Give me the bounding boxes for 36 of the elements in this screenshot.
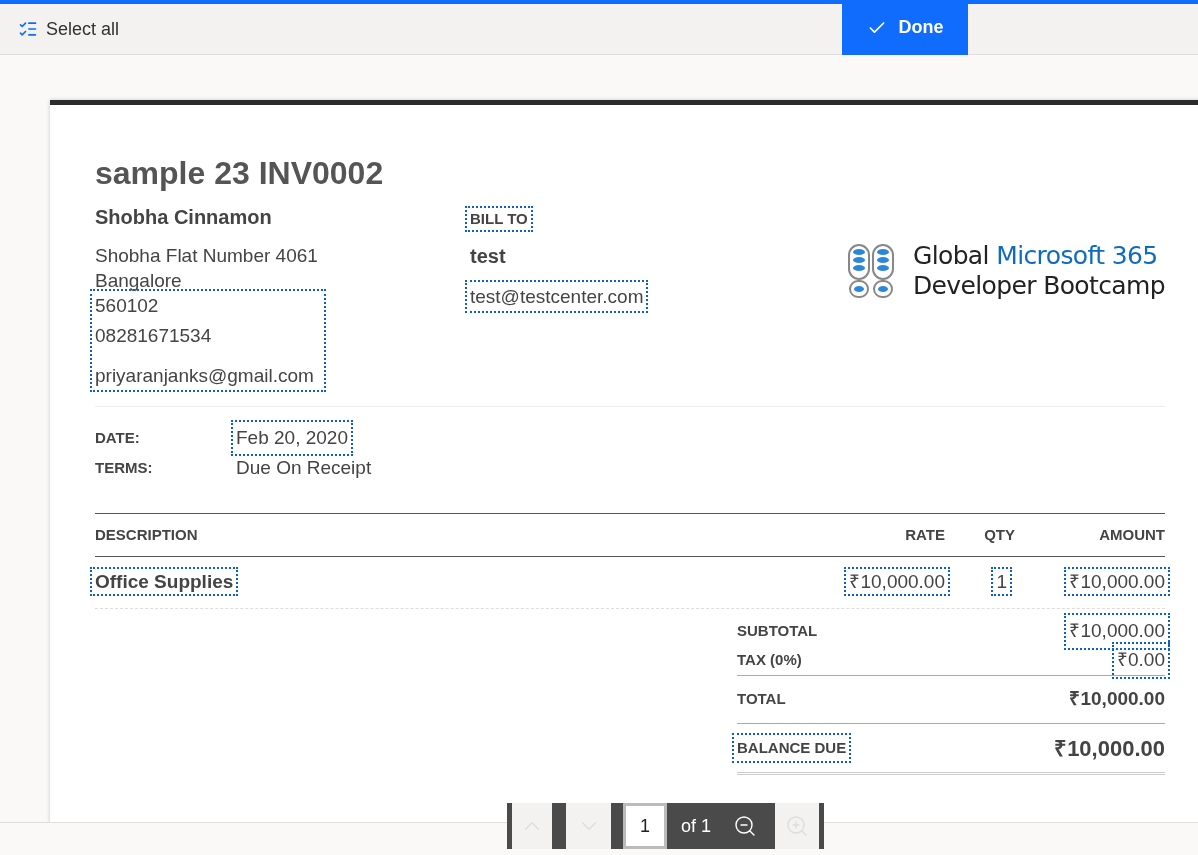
column-header: AMOUNT: [1098, 524, 1165, 545]
address-line: 08281671534: [95, 324, 212, 348]
total-label: TAX (0%): [737, 650, 802, 671]
total-value: ₹10,000.00: [1054, 734, 1165, 763]
page-number-field[interactable]: 1: [623, 803, 667, 849]
customer-email: test@testcenter.com: [465, 280, 649, 313]
meta-label: TERMS:: [95, 457, 154, 478]
column-header: QTY: [983, 524, 1015, 545]
table-cell: Office Supplies: [90, 567, 239, 597]
table-cell: 1: [991, 567, 1012, 597]
table-cell: ₹10,000.00: [1064, 567, 1170, 597]
total-value: ₹0.00: [1112, 642, 1170, 679]
page-count: of 1: [681, 814, 712, 838]
sender-email: priyaranjanks@gmail.com: [95, 364, 314, 388]
column-header: DESCRIPTION: [95, 524, 199, 545]
meta-value: Due On Receipt: [236, 455, 372, 480]
meta-label: DATE:: [95, 427, 141, 448]
column-header: RATE: [904, 524, 945, 545]
total-label: SUBTOTAL: [737, 621, 818, 642]
checklist-icon: [18, 19, 38, 39]
total-label: BALANCE DUE: [732, 732, 852, 764]
total-value: ₹10,000.00: [1069, 687, 1165, 712]
meta-value: Feb 20, 2020: [231, 419, 353, 457]
bill-to-label: BILL TO: [465, 206, 533, 232]
select-all-button[interactable]: Select all: [18, 15, 120, 43]
zoom-in-button[interactable]: [775, 803, 820, 849]
total-label: TOTAL: [737, 689, 786, 710]
total-value: ₹10,000.00: [1064, 613, 1170, 650]
logo-text: Developer Bootcamp: [912, 270, 1165, 301]
address-line: Shobha Flat Number 4061: [95, 244, 319, 268]
sender-name: Shobha Cinnamon: [95, 205, 273, 229]
customer-name: test: [470, 244, 506, 268]
invoice-title: sample 23 INV0002: [95, 154, 385, 193]
logo-text: Global Microsoft 365: [912, 240, 1159, 271]
table-cell: ₹10,000.00: [844, 567, 950, 597]
address-line: 560102: [95, 294, 159, 318]
